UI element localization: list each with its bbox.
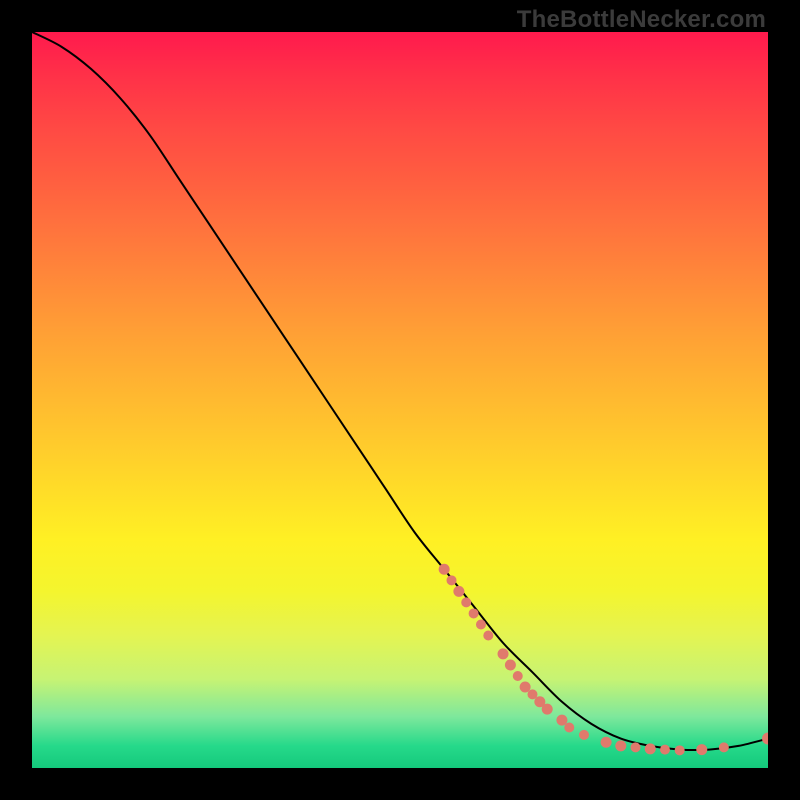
watermark-text: TheBottleNecker.com bbox=[517, 6, 766, 34]
data-point bbox=[447, 575, 457, 585]
data-point bbox=[660, 745, 670, 755]
data-point bbox=[579, 730, 589, 740]
data-point bbox=[483, 631, 493, 641]
data-point bbox=[762, 733, 768, 745]
chart-container: TheBottleNecker.com bbox=[0, 0, 800, 800]
data-point bbox=[645, 743, 656, 754]
data-point bbox=[453, 586, 464, 597]
data-point bbox=[469, 608, 479, 618]
data-point bbox=[719, 742, 729, 752]
plot-area bbox=[32, 32, 768, 768]
data-point bbox=[615, 740, 626, 751]
data-point bbox=[513, 671, 523, 681]
marker-layer bbox=[439, 564, 768, 756]
bottleneck-curve bbox=[32, 32, 768, 750]
data-point bbox=[461, 597, 471, 607]
data-point bbox=[696, 744, 707, 755]
data-point bbox=[564, 723, 574, 733]
curve-layer bbox=[32, 32, 768, 750]
data-point bbox=[505, 659, 516, 670]
data-point bbox=[476, 619, 486, 629]
data-point bbox=[631, 742, 641, 752]
data-point bbox=[675, 745, 685, 755]
data-point bbox=[439, 564, 450, 575]
data-point bbox=[601, 737, 612, 748]
chart-svg bbox=[32, 32, 768, 768]
data-point bbox=[542, 704, 553, 715]
data-point bbox=[498, 648, 509, 659]
